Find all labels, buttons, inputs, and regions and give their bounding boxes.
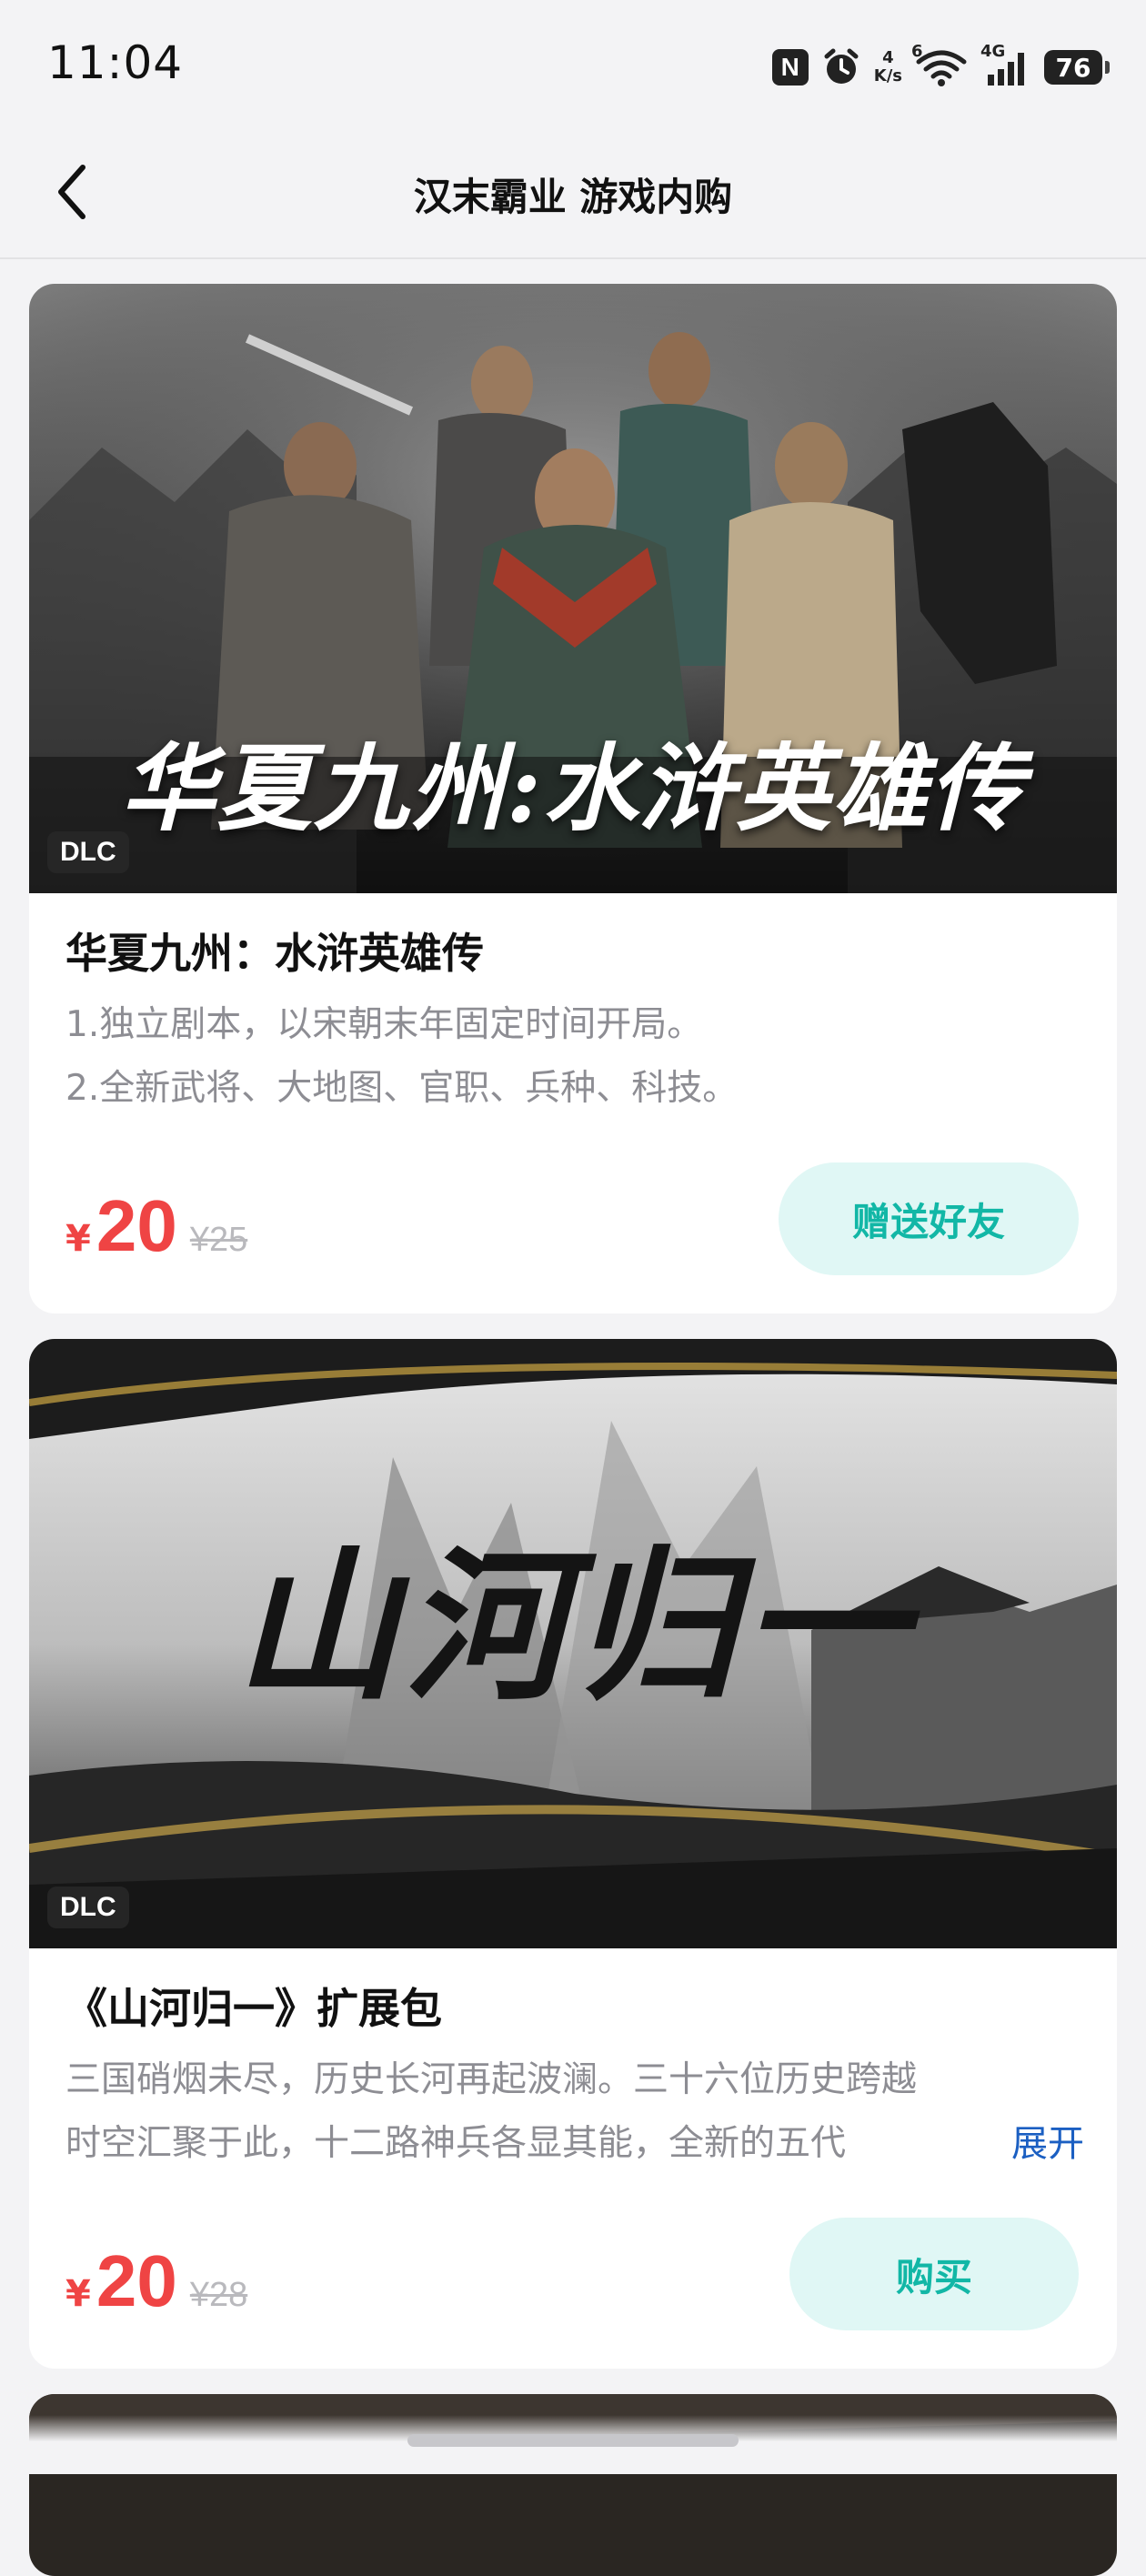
net-speed-unit: K/s: [873, 66, 902, 86]
expand-link[interactable]: 展开: [1011, 2112, 1084, 2176]
card-description: 1.独立剧本，以宋朝末年固定时间开局。 2.全新武将、大地图、官职、兵种、科技。: [65, 993, 1084, 1121]
status-time: 11:04: [47, 36, 184, 89]
description-line: 三国硝烟未尽，历史长河再起波澜。三十六位历史跨越: [65, 2059, 918, 2100]
card-title: 《山河归一》扩展包: [65, 1984, 442, 2033]
home-indicator[interactable]: [407, 2434, 739, 2447]
status-icons: N 4 K/s 6 4G 76: [771, 40, 1110, 95]
buy-button[interactable]: 购买: [789, 2218, 1079, 2330]
description-line: 2.全新武将、大地图、官职、兵种、科技。: [65, 1068, 739, 1109]
dlc-card[interactable]: 华夏九州:水浒英雄传 DLC 华夏九州：水浒英雄传 1.独立剧本，以宋朝末年固定…: [29, 284, 1117, 1313]
cell-label: 4G: [980, 42, 1006, 61]
battery-icon: 76: [1044, 50, 1110, 85]
original-price: ¥25: [189, 1221, 248, 1259]
price-row: ¥ 20 ¥28: [65, 2239, 247, 2321]
original-price: ¥28: [189, 2276, 248, 2314]
wifi-icon: 6: [911, 42, 968, 87]
currency-symbol: ¥: [65, 1218, 91, 1260]
nfc-icon: N: [771, 49, 809, 86]
description-line: 时空汇聚于此，十二路神兵各显其能，全新的五代: [65, 2123, 847, 2164]
cell-signal-icon: 4G: [980, 42, 1031, 87]
dlc-banner-image: 华夏九州:水浒英雄传 DLC: [29, 284, 1117, 893]
dlc-badge: DLC: [47, 1887, 129, 1928]
banner-title-text: 山河归一: [234, 1531, 911, 1723]
card-description[interactable]: 三国硝烟未尽，历史长河再起波澜。三十六位历史跨越 时空汇聚于此，十二路神兵各显其…: [65, 2048, 1084, 2176]
dlc-card[interactable]: 山河归一 DLC 《山河归一》扩展包 三国硝烟未尽，历史长河再起波澜。三十六位历…: [29, 1339, 1117, 2369]
currency-symbol: ¥: [65, 2273, 91, 2315]
page-title: 汉末霸业 游戏内购: [413, 175, 733, 219]
status-bar: 11:04 N 4 K/s 6 4G 76: [0, 0, 1146, 132]
price-row: ¥ 20 ¥25: [65, 1184, 247, 1266]
card-title: 华夏九州：水浒英雄传: [65, 929, 484, 978]
top-app-bar: 汉末霸业 游戏内购: [0, 132, 1146, 259]
net-speed-value: 4: [882, 48, 894, 67]
current-price: 20: [96, 2240, 177, 2321]
dlc-badge: DLC: [47, 831, 129, 873]
banner-title-text: 华夏九州:水浒英雄传: [120, 732, 1026, 844]
alarm-icon: [821, 47, 861, 87]
wifi-label: 6: [911, 42, 923, 61]
dlc-banner-image: 山河归一 DLC: [29, 1339, 1117, 1948]
net-speed: 4 K/s: [874, 49, 902, 86]
description-line: 1.独立剧本，以宋朝末年固定时间开局。: [65, 1004, 703, 1045]
current-price: 20: [96, 1185, 177, 1266]
gift-friend-button[interactable]: 赠送好友: [779, 1162, 1079, 1275]
